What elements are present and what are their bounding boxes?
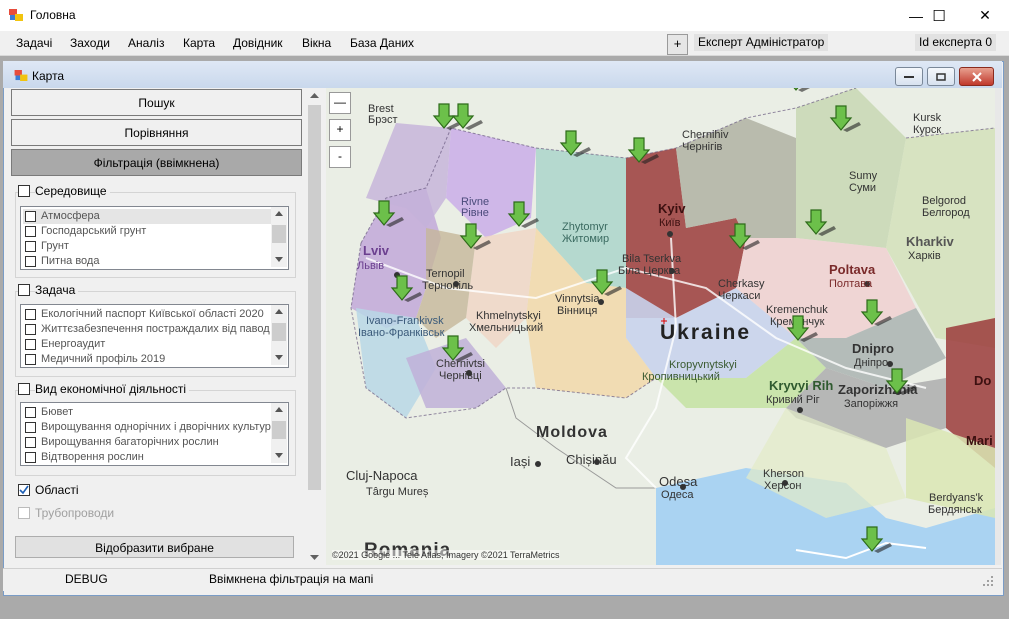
- list-scrollbar[interactable]: [271, 305, 287, 365]
- regions-checkbox[interactable]: [18, 484, 30, 496]
- list-scroll-thumb[interactable]: [272, 421, 286, 439]
- list-scroll-thumb[interactable]: [272, 225, 286, 243]
- status-bar: [3, 568, 1002, 591]
- marker-arrow-icon[interactable]: [861, 526, 893, 554]
- econ-listbox[interactable]: Бювет Вирощування однорічних і дворічних…: [20, 402, 289, 466]
- expert-id-label: Id експерта 0: [915, 34, 997, 51]
- scroll-down-icon[interactable]: [310, 555, 319, 560]
- menu-database[interactable]: База Даних: [350, 36, 414, 50]
- debug-label: DEBUG: [65, 572, 108, 586]
- scroll-up-icon[interactable]: [275, 211, 283, 216]
- item-checkbox[interactable]: [25, 452, 36, 463]
- env-listbox[interactable]: Атмосфера Господарський грунт Грунт Питн…: [20, 206, 289, 270]
- window-titlebar: [0, 0, 1009, 31]
- task-label: Задача: [35, 283, 79, 297]
- map-scrollbar[interactable]: [995, 88, 1001, 565]
- marker-arrow-icon[interactable]: [460, 223, 492, 251]
- status-message: Ввімкнена фільтрація на мапі: [209, 572, 374, 586]
- zoom-out-button[interactable]: -: [329, 146, 351, 168]
- child-minimize-button[interactable]: [895, 67, 923, 86]
- list-scroll-thumb[interactable]: [272, 323, 286, 341]
- item-checkbox[interactable]: [25, 407, 36, 418]
- scroll-down-icon[interactable]: [275, 257, 283, 262]
- map-view[interactable]: Brest Брэст Rivne Рівне Lviv Львів Terno…: [326, 88, 995, 565]
- pipelines-label: Трубопроводи: [35, 506, 115, 520]
- restore-icon: [936, 72, 946, 81]
- close-button[interactable]: ✕: [962, 0, 1008, 31]
- menu-analysis[interactable]: Аналіз: [128, 36, 164, 50]
- zoom-reset-button[interactable]: —: [329, 92, 351, 114]
- item-checkbox[interactable]: [25, 309, 36, 320]
- marker-arrow-icon[interactable]: [830, 105, 862, 133]
- item-checkbox[interactable]: [25, 324, 36, 335]
- expert-label: Експерт Адміністратор: [694, 34, 829, 51]
- child-titlebar: [3, 61, 1002, 88]
- filter-button[interactable]: Фільтрація (ввімкнена): [11, 149, 302, 176]
- menu-reference[interactable]: Довідник: [233, 36, 283, 50]
- scroll-down-icon[interactable]: [275, 453, 283, 458]
- env-checkbox[interactable]: [18, 185, 30, 197]
- task-checkbox[interactable]: [18, 284, 30, 296]
- menu-measures[interactable]: Заходи: [70, 36, 110, 50]
- menu-tasks[interactable]: Задачі: [16, 36, 52, 50]
- app-icon: [9, 9, 23, 21]
- marker-arrow-icon[interactable]: [508, 201, 540, 229]
- checkmark-icon: [19, 485, 29, 495]
- marker-arrow-icon[interactable]: [805, 209, 837, 237]
- marker-arrow-icon[interactable]: [591, 269, 623, 297]
- marker-arrow-icon[interactable]: [886, 368, 918, 396]
- list-scrollbar[interactable]: [271, 403, 287, 463]
- item-checkbox[interactable]: [25, 226, 36, 237]
- econ-label: Вид економічної діяльності: [35, 382, 190, 396]
- zoom-in-button[interactable]: +: [329, 119, 351, 141]
- marker-arrow-icon[interactable]: [373, 200, 405, 228]
- child-app-icon: [14, 70, 28, 81]
- econ-checkbox[interactable]: [18, 383, 30, 395]
- add-button[interactable]: +: [667, 34, 688, 55]
- child-title: Карта: [32, 69, 65, 83]
- item-checkbox[interactable]: [25, 211, 36, 222]
- scroll-up-icon[interactable]: [310, 93, 319, 98]
- marker-layer: [373, 88, 918, 554]
- panel-scroll-thumb[interactable]: [308, 105, 321, 490]
- item-checkbox[interactable]: [25, 437, 36, 448]
- item-checkbox[interactable]: [25, 354, 36, 365]
- task-listbox[interactable]: Екологічний паспорт Київської області 20…: [20, 304, 289, 368]
- child-restore-button[interactable]: [927, 67, 955, 86]
- scroll-up-icon[interactable]: [275, 309, 283, 314]
- scroll-up-icon[interactable]: [275, 407, 283, 412]
- minimize-icon: [904, 75, 914, 78]
- marker-arrow-icon[interactable]: [391, 275, 423, 303]
- menu-map[interactable]: Карта: [183, 36, 215, 50]
- list-item[interactable]: Атмосфера: [23, 209, 273, 224]
- marker-arrow-icon[interactable]: [442, 335, 474, 363]
- marker-arrow-icon[interactable]: [729, 223, 761, 251]
- show-selected-button[interactable]: Відобразити вибране: [15, 536, 294, 558]
- item-checkbox[interactable]: [25, 422, 36, 433]
- item-checkbox[interactable]: [25, 241, 36, 252]
- list-scrollbar[interactable]: [271, 207, 287, 267]
- item-checkbox[interactable]: [25, 256, 36, 267]
- pipelines-checkbox[interactable]: [18, 507, 30, 519]
- scroll-down-icon[interactable]: [275, 355, 283, 360]
- maximize-button[interactable]: ☐: [916, 0, 962, 31]
- child-close-button[interactable]: [959, 67, 994, 86]
- item-checkbox[interactable]: [25, 339, 36, 350]
- menu-windows[interactable]: Вікна: [302, 36, 331, 50]
- marker-arrow-icon[interactable]: [560, 130, 592, 158]
- compare-button[interactable]: Порівняння: [11, 119, 302, 146]
- marker-arrow-icon[interactable]: [785, 88, 817, 93]
- regions-label: Області: [35, 483, 79, 497]
- marker-arrow-icon[interactable]: [861, 299, 893, 327]
- search-button[interactable]: Пошук: [11, 89, 302, 116]
- resize-grip-icon[interactable]: [982, 575, 994, 587]
- window-title: Головна: [30, 8, 76, 22]
- close-icon: [971, 71, 982, 82]
- marker-arrow-icon[interactable]: [628, 137, 660, 165]
- env-label: Середовище: [35, 184, 110, 198]
- marker-arrow-icon[interactable]: [787, 315, 819, 343]
